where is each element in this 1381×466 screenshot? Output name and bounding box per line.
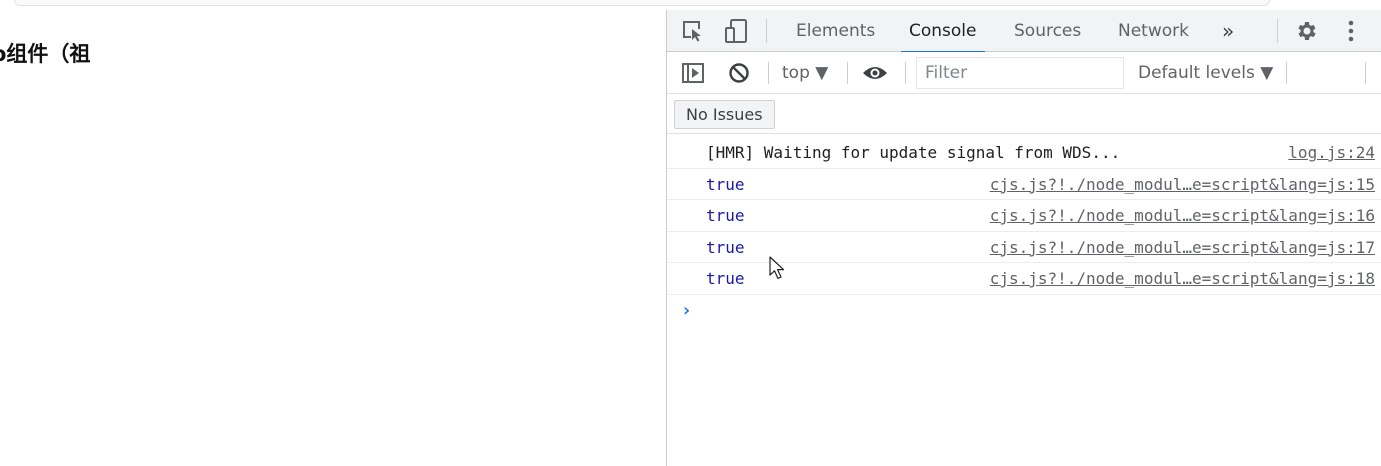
log-levels-select[interactable]: Default levels ▼ <box>1138 52 1273 94</box>
page-heading: o组件（祖 <box>0 42 91 66</box>
toolbar-separator <box>847 62 848 84</box>
toolbar-separator <box>1286 62 1287 84</box>
live-expression-eye-icon[interactable] <box>861 61 889 85</box>
tab-bar-separator <box>766 19 767 43</box>
toolbar-separator <box>1365 62 1366 84</box>
kebab-menu-icon[interactable] <box>1341 18 1361 44</box>
more-tabs-button[interactable]: » <box>1222 10 1234 52</box>
console-message: true cjs.js?!./node_modul…e=script&lang=… <box>667 169 1381 200</box>
console-message-text: true <box>706 206 745 225</box>
mouse-cursor-icon <box>769 256 785 280</box>
tab-network[interactable]: Network <box>1118 10 1189 52</box>
console-message-text: true <box>706 174 745 194</box>
issues-bar: No Issues <box>667 94 1381 134</box>
console-message-text: true <box>706 269 745 288</box>
devtools-panel: Elements Console Sources Network » top ▼… <box>667 10 1381 466</box>
console-prompt[interactable]: › <box>681 300 692 321</box>
console-source-link[interactable]: cjs.js?!./node_modul…e=script&lang=js:15 <box>990 169 1375 200</box>
console-message-text: [HMR] Waiting for update signal from WDS… <box>706 143 1121 162</box>
devtools-tab-bar: Elements Console Sources Network » <box>667 10 1381 53</box>
browser-top-strip <box>0 0 1381 10</box>
console-message: true cjs.js?!./node_modul…e=script&lang=… <box>667 200 1381 232</box>
tab-sources[interactable]: Sources <box>1014 10 1081 52</box>
clear-console-icon[interactable] <box>727 61 751 85</box>
execution-context-select[interactable]: top ▼ <box>782 52 828 94</box>
console-message-text: true <box>706 237 745 257</box>
console-message: [HMR] Waiting for update signal from WDS… <box>667 137 1381 169</box>
console-source-link[interactable]: log.js:24 <box>1288 137 1375 168</box>
tab-console[interactable]: Console <box>901 10 984 53</box>
show-sidebar-icon[interactable] <box>680 61 706 85</box>
page-viewport: o组件（祖 <box>0 10 667 466</box>
settings-gear-icon[interactable] <box>1293 18 1319 44</box>
tab-bar-separator <box>1277 19 1278 43</box>
inspect-element-icon[interactable] <box>681 19 707 43</box>
device-toolbar-icon[interactable] <box>723 18 751 44</box>
filter-input[interactable] <box>916 57 1124 89</box>
address-bar-edge <box>14 0 1270 6</box>
console-toolbar: top ▼ Default levels ▼ <box>667 52 1381 94</box>
console-source-link[interactable]: cjs.js?!./node_modul…e=script&lang=js:17 <box>990 232 1375 263</box>
toolbar-separator <box>905 62 906 84</box>
console-source-link[interactable]: cjs.js?!./node_modul…e=script&lang=js:16 <box>990 200 1375 231</box>
issues-button[interactable]: No Issues <box>674 100 775 129</box>
toolbar-separator <box>768 62 769 84</box>
console-source-link[interactable]: cjs.js?!./node_modul…e=script&lang=js:18 <box>990 263 1375 294</box>
tab-elements[interactable]: Elements <box>796 10 875 52</box>
